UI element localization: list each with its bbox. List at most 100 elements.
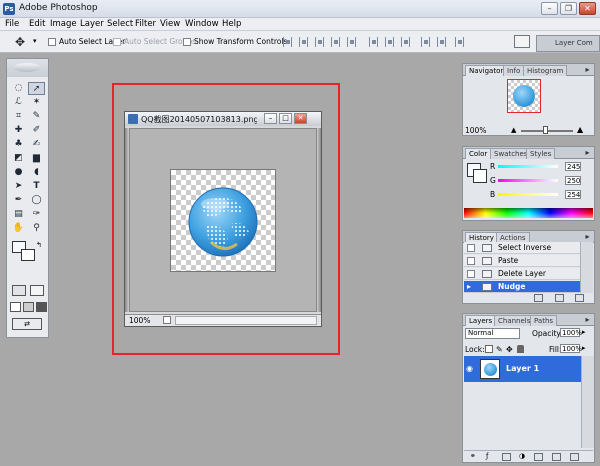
close-button[interactable]: ✕	[579, 2, 596, 15]
align-left-icon[interactable]	[331, 37, 340, 47]
horizontal-scrollbar[interactable]	[175, 316, 317, 325]
delete-layer-icon[interactable]	[570, 453, 579, 461]
layer-row-selected[interactable]: ◉ Layer 1	[464, 356, 581, 382]
menu-select[interactable]: Select	[107, 19, 133, 29]
panel-menu-icon[interactable]: ▸	[583, 148, 592, 157]
zoom-in-icon[interactable]: ▲	[577, 125, 583, 134]
dodge-tool-icon[interactable]: ◖	[28, 166, 45, 179]
distribute-vcenter-icon[interactable]	[385, 37, 394, 47]
history-item-selected[interactable]: ▸ Nudge	[464, 281, 580, 293]
link-layers-icon[interactable]: ⚭	[470, 452, 476, 460]
menu-help[interactable]: Help	[222, 19, 241, 29]
navigator-thumbnail[interactable]	[507, 79, 541, 113]
auto-select-groups-checkbox[interactable]	[113, 38, 121, 46]
g-slider[interactable]	[498, 179, 558, 182]
restore-button[interactable]: ❐	[560, 2, 577, 15]
brush-tool-icon[interactable]: ✐	[28, 124, 45, 137]
color-spectrum-bar[interactable]	[464, 208, 593, 218]
opacity-dropdown-icon[interactable]: ▸	[582, 328, 586, 336]
tab-layers[interactable]: Layers	[465, 315, 497, 326]
move-tool-icon[interactable]: ✥	[15, 35, 25, 49]
adjustment-layer-icon[interactable]: ◑	[519, 452, 525, 460]
lock-position-icon[interactable]: ✥	[506, 345, 513, 354]
tab-histogram[interactable]: Histogram	[523, 65, 568, 76]
color-bg-swatch[interactable]	[473, 169, 487, 183]
screen-mode-menubar-icon[interactable]	[23, 302, 34, 312]
menu-edit[interactable]: Edit	[29, 19, 45, 29]
lock-pixels-icon[interactable]: ✎	[496, 345, 503, 354]
b-value[interactable]: 254	[565, 190, 581, 199]
tab-styles[interactable]: Styles	[526, 148, 556, 159]
marquee-tool-icon[interactable]: ◌	[10, 82, 27, 95]
magic-wand-tool-icon[interactable]: ✶	[28, 96, 45, 109]
blend-mode-select[interactable]: Normal	[465, 328, 520, 339]
doc-zoom-level[interactable]: 100%	[129, 316, 150, 325]
lasso-tool-icon[interactable]: ℒ	[10, 96, 27, 109]
document-title-bar[interactable]: QQ截图20140507103813.png @... – □ ✕	[125, 112, 321, 126]
lock-all-icon[interactable]	[517, 345, 524, 353]
menu-window[interactable]: Window	[185, 19, 219, 29]
menu-file[interactable]: File	[5, 19, 19, 29]
lock-transparent-icon[interactable]	[485, 345, 493, 353]
tab-navigator[interactable]: Navigator	[465, 65, 508, 76]
trash-icon[interactable]	[575, 294, 584, 302]
fill-value[interactable]: 100%	[560, 344, 582, 353]
notes-tool-icon[interactable]: ▤	[10, 208, 27, 221]
history-snapshot-box[interactable]	[467, 244, 475, 252]
distribute-right-icon[interactable]	[455, 37, 464, 47]
jump-to-imageready-icon[interactable]: ⇄	[12, 318, 42, 330]
type-tool-icon[interactable]: T	[28, 180, 45, 193]
align-bottom-icon[interactable]	[315, 37, 324, 47]
status-menu-icon[interactable]	[163, 316, 171, 324]
align-vcenter-icon[interactable]	[299, 37, 308, 47]
layer-name[interactable]: Layer 1	[506, 364, 539, 373]
new-document-from-state-icon[interactable]	[534, 294, 543, 302]
document-canvas-area[interactable]	[129, 128, 317, 312]
opacity-value[interactable]: 100%	[560, 328, 582, 337]
menu-image[interactable]: Image	[50, 19, 77, 29]
history-brush-tool-icon[interactable]: ✍	[28, 138, 45, 151]
distribute-left-icon[interactable]	[421, 37, 430, 47]
tab-paths[interactable]: Paths	[530, 315, 558, 326]
show-transform-controls-checkbox[interactable]	[183, 38, 191, 46]
minimize-button[interactable]: –	[541, 2, 558, 15]
crop-tool-icon[interactable]: ⌗	[10, 110, 27, 123]
history-item[interactable]: Select Inverse	[464, 242, 580, 254]
gradient-tool-icon[interactable]: ▆	[28, 152, 45, 165]
menu-filter[interactable]: Filter	[135, 19, 156, 29]
hand-tool-icon[interactable]: ✋	[10, 222, 27, 235]
layers-scrollbar[interactable]	[581, 356, 594, 448]
tab-color[interactable]: Color	[465, 148, 492, 159]
new-layer-icon[interactable]	[552, 453, 561, 461]
align-top-icon[interactable]	[283, 37, 292, 47]
panel-menu-icon[interactable]: ▸	[583, 65, 592, 74]
zoom-out-icon[interactable]: ▲	[511, 126, 516, 134]
move-tool-icon[interactable]: ➚	[28, 82, 45, 95]
align-hcenter-icon[interactable]	[347, 37, 356, 47]
distribute-hcenter-icon[interactable]	[437, 37, 446, 47]
history-item[interactable]: Delete Layer	[464, 268, 580, 280]
new-snapshot-icon[interactable]	[555, 294, 564, 302]
b-slider[interactable]	[498, 193, 558, 196]
eyedropper-tool-icon[interactable]: ✑	[28, 208, 45, 221]
shape-tool-icon[interactable]: ◯	[28, 194, 45, 207]
distribute-top-icon[interactable]	[369, 37, 378, 47]
auto-select-layer-checkbox[interactable]	[48, 38, 56, 46]
zoom-tool-icon[interactable]: ⚲	[28, 222, 45, 235]
menu-layer[interactable]: Layer	[80, 19, 104, 29]
layer-mask-icon[interactable]	[502, 453, 511, 461]
history-snapshot-box[interactable]	[467, 270, 475, 278]
history-item[interactable]: Paste	[464, 255, 580, 267]
blur-tool-icon[interactable]: ●	[10, 166, 27, 179]
tab-info[interactable]: Info	[503, 65, 525, 76]
swap-colors-icon[interactable]: ↰	[36, 241, 42, 249]
quick-mask-mode-icon[interactable]	[30, 285, 44, 296]
fill-dropdown-icon[interactable]: ▸	[582, 344, 586, 352]
layer-style-icon[interactable]: ƒ	[486, 452, 488, 460]
eraser-tool-icon[interactable]: ◩	[10, 152, 27, 165]
tab-channels[interactable]: Channels	[494, 315, 535, 326]
layer-comps-tab[interactable]: Layer Com	[536, 35, 600, 52]
path-selection-tool-icon[interactable]: ➤	[10, 180, 27, 193]
distribute-bottom-icon[interactable]	[401, 37, 410, 47]
clone-stamp-tool-icon[interactable]: ♣	[10, 138, 27, 151]
